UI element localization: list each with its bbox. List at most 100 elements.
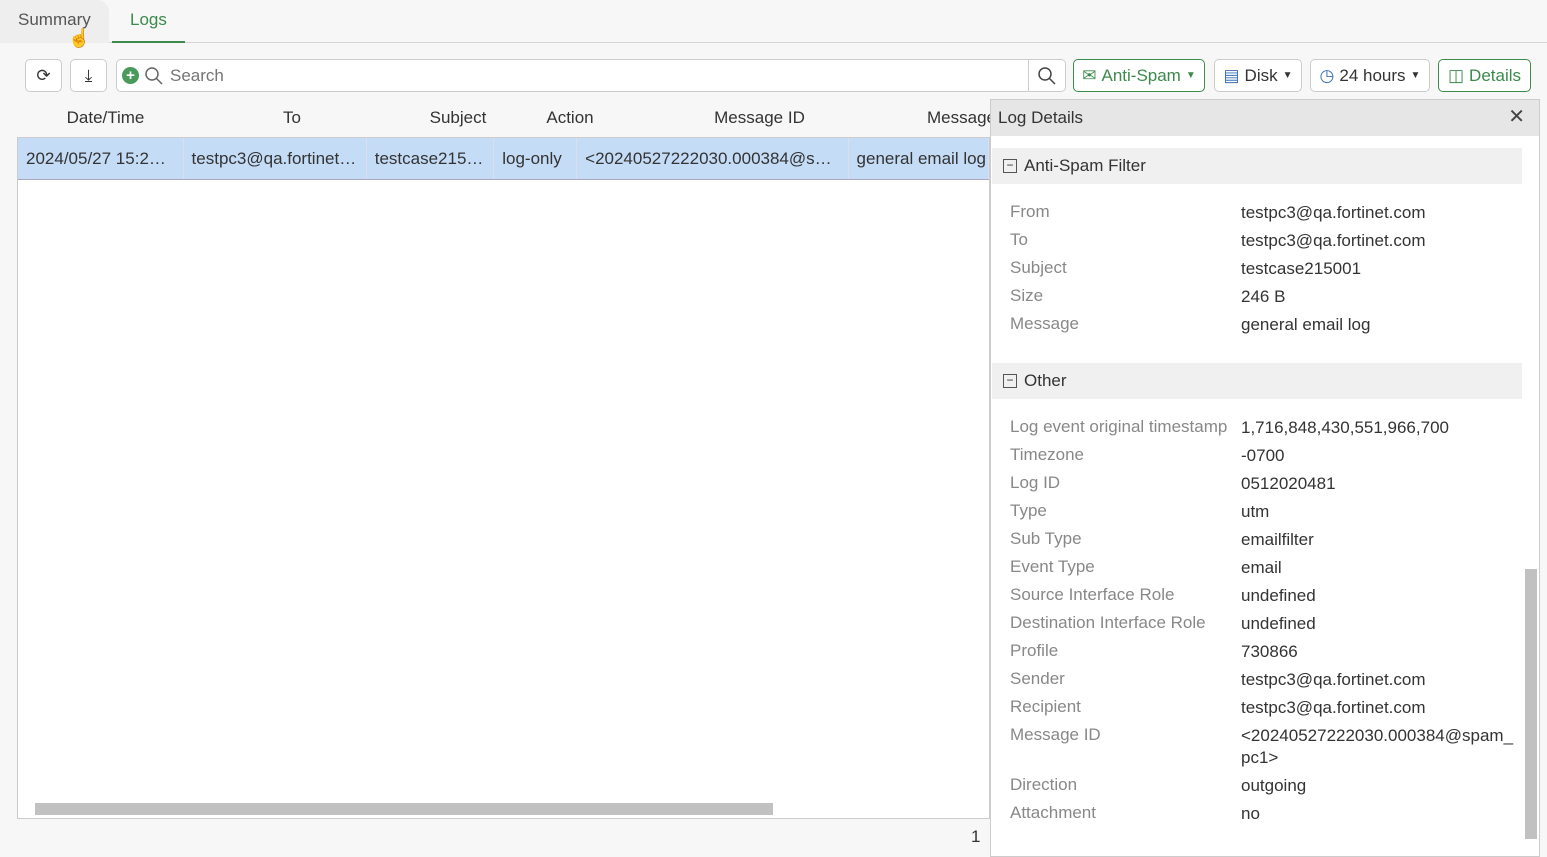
page-number[interactable]: 1 — [971, 827, 980, 847]
detail-row: Timezone -0700 — [1010, 445, 1516, 467]
field-label: Attachment — [1010, 803, 1096, 822]
details-toggle-button[interactable]: ◫ Details — [1438, 59, 1531, 92]
collapse-icon[interactable]: − — [1003, 159, 1017, 173]
field-label: Type — [1010, 501, 1047, 520]
refresh-icon: ⟳ — [36, 65, 51, 85]
field-value: testpc3@qa.fortinet.com — [1241, 698, 1426, 717]
download-icon: ⤓ — [84, 65, 93, 85]
detail-row: Log event original timestamp 1,716,848,43… — [1010, 417, 1516, 439]
section-header[interactable]: − Anti-Spam Filter — [992, 148, 1522, 184]
detail-row: Attachment no — [1010, 803, 1516, 825]
detail-row: Profile 730866 — [1010, 641, 1516, 663]
field-label: Message ID — [1010, 725, 1101, 744]
field-value: 0512020481 — [1241, 474, 1336, 493]
field-label: Destination Interface Role — [1010, 613, 1206, 632]
detail-row: Direction outgoing — [1010, 775, 1516, 797]
field-value: email — [1241, 558, 1282, 577]
log-type-dropdown[interactable]: ✉ Anti-Spam ▼ — [1073, 59, 1205, 92]
field-label: Profile — [1010, 641, 1059, 660]
field-value: 246 B — [1241, 287, 1286, 306]
column-header[interactable]: Action — [526, 100, 614, 137]
panel-title: Log Details — [998, 108, 1084, 127]
source-dropdown[interactable]: ▤ Disk ▼ — [1214, 59, 1302, 92]
detail-row: Recipient testpc3@qa.fortinet.com — [1010, 697, 1516, 719]
scrollbar-thumb[interactable] — [35, 803, 773, 815]
log-type-label: Anti-Spam — [1101, 65, 1181, 85]
search-bar: + — [116, 59, 1066, 92]
antispam-icon: ✉ — [1082, 65, 1097, 85]
tab-summary[interactable]: Summary — [0, 0, 109, 43]
detail-row: To testpc3@qa.fortinet.com — [1010, 230, 1516, 252]
field-value: undefined — [1241, 614, 1316, 633]
field-value: 730866 — [1241, 642, 1298, 661]
panel-icon: ◫ — [1447, 65, 1465, 85]
detail-row: Type utm — [1010, 501, 1516, 523]
field-value: outgoing — [1241, 776, 1307, 795]
section-title: Anti-Spam Filter — [1024, 156, 1146, 175]
detail-row: Sender testpc3@qa.fortinet.com — [1010, 669, 1516, 691]
field-label: Source Interface Role — [1010, 585, 1175, 604]
detail-row: Event Type email — [1010, 557, 1516, 579]
tab-logs[interactable]: Logs — [112, 0, 185, 43]
field-value: emailfilter — [1241, 530, 1314, 549]
close-icon[interactable]: ✕ — [1508, 100, 1525, 135]
field-label: Message — [1010, 314, 1079, 333]
details-label: Details — [1469, 65, 1522, 85]
detail-row: Size 246 B — [1010, 286, 1516, 308]
detail-row: Source Interface Role undefined — [1010, 585, 1516, 607]
field-value: -0700 — [1241, 446, 1285, 465]
field-label: Size — [1010, 286, 1044, 305]
caret-down-icon: ▼ — [1410, 70, 1421, 81]
column-header[interactable]: Date/Time — [17, 100, 194, 137]
cell: testcase215001 — [367, 138, 495, 179]
table-header: Date/Time To Subject Action Message ID M… — [17, 100, 1025, 137]
download-button[interactable]: ⤓ — [70, 59, 107, 92]
detail-row: Sub Type emailfilter — [1010, 529, 1516, 551]
field-label: Direction — [1010, 775, 1078, 794]
field-label: From — [1010, 202, 1050, 221]
field-value: testpc3@qa.fortinet.com — [1241, 670, 1426, 689]
log-details-panel: Log Details ✕ − Anti-Spam Filter From testpc… — [990, 99, 1540, 857]
time-range-dropdown[interactable]: ◷ 24 hours ▼ — [1310, 59, 1430, 92]
vertical-scrollbar[interactable] — [1524, 140, 1538, 856]
search-input[interactable] — [168, 64, 1028, 87]
field-label: Event Type — [1010, 557, 1095, 576]
search-icon — [145, 66, 163, 85]
time-range-label: 24 hours — [1339, 65, 1406, 85]
field-label: Log ID — [1010, 473, 1061, 492]
table-row[interactable]: 2024/05/27 15:20:30 testpc3@qa.fortinet.… — [18, 138, 989, 180]
detail-row: Message ID <20240527222030.000384@spam_pc… — [1010, 725, 1516, 769]
column-header[interactable]: Message ID — [614, 100, 905, 137]
field-value: 1,716,848,430,551,966,700 — [1241, 418, 1449, 437]
section-title: Other — [1024, 371, 1067, 390]
clock-icon: ◷ — [1319, 65, 1335, 85]
cell: <20240527222030.000384@spam_pc1> — [577, 138, 849, 179]
field-value: testpc3@qa.fortinet.com — [1241, 231, 1426, 250]
scrollbar-thumb[interactable] — [1525, 569, 1537, 839]
detail-row: Log ID 0512020481 — [1010, 473, 1516, 495]
field-value: utm — [1241, 502, 1270, 521]
search-button[interactable] — [1028, 60, 1065, 91]
detail-row: From testpc3@qa.fortinet.com — [1010, 202, 1516, 224]
tab-bar: Summary Logs ☝ — [0, 0, 1547, 48]
column-header[interactable]: To — [194, 100, 390, 137]
field-label: To — [1010, 230, 1028, 249]
cell: testpc3@qa.fortinet.com — [184, 138, 367, 179]
field-value: testpc3@qa.fortinet.com — [1241, 203, 1426, 222]
column-header[interactable]: Subject — [390, 100, 526, 137]
field-value: undefined — [1241, 586, 1316, 605]
field-label: Recipient — [1010, 697, 1081, 716]
field-value: <20240527222030.000384@spam_pc1> — [1241, 726, 1514, 767]
field-label: Subject — [1010, 258, 1067, 277]
collapse-icon[interactable]: − — [1003, 374, 1017, 388]
field-value: general email log — [1241, 315, 1371, 334]
log-table: 2024/05/27 15:20:30 testpc3@qa.fortinet.… — [17, 137, 990, 819]
field-label: Sender — [1010, 669, 1065, 688]
source-label: Disk — [1244, 65, 1278, 85]
cell: general email log — [849, 138, 989, 179]
section-header[interactable]: − Other — [992, 363, 1522, 399]
refresh-button[interactable]: ⟳ — [25, 59, 62, 92]
horizontal-scrollbar[interactable] — [18, 802, 989, 816]
add-filter-icon[interactable]: + — [122, 67, 139, 84]
detail-row: Message general email log — [1010, 314, 1516, 336]
